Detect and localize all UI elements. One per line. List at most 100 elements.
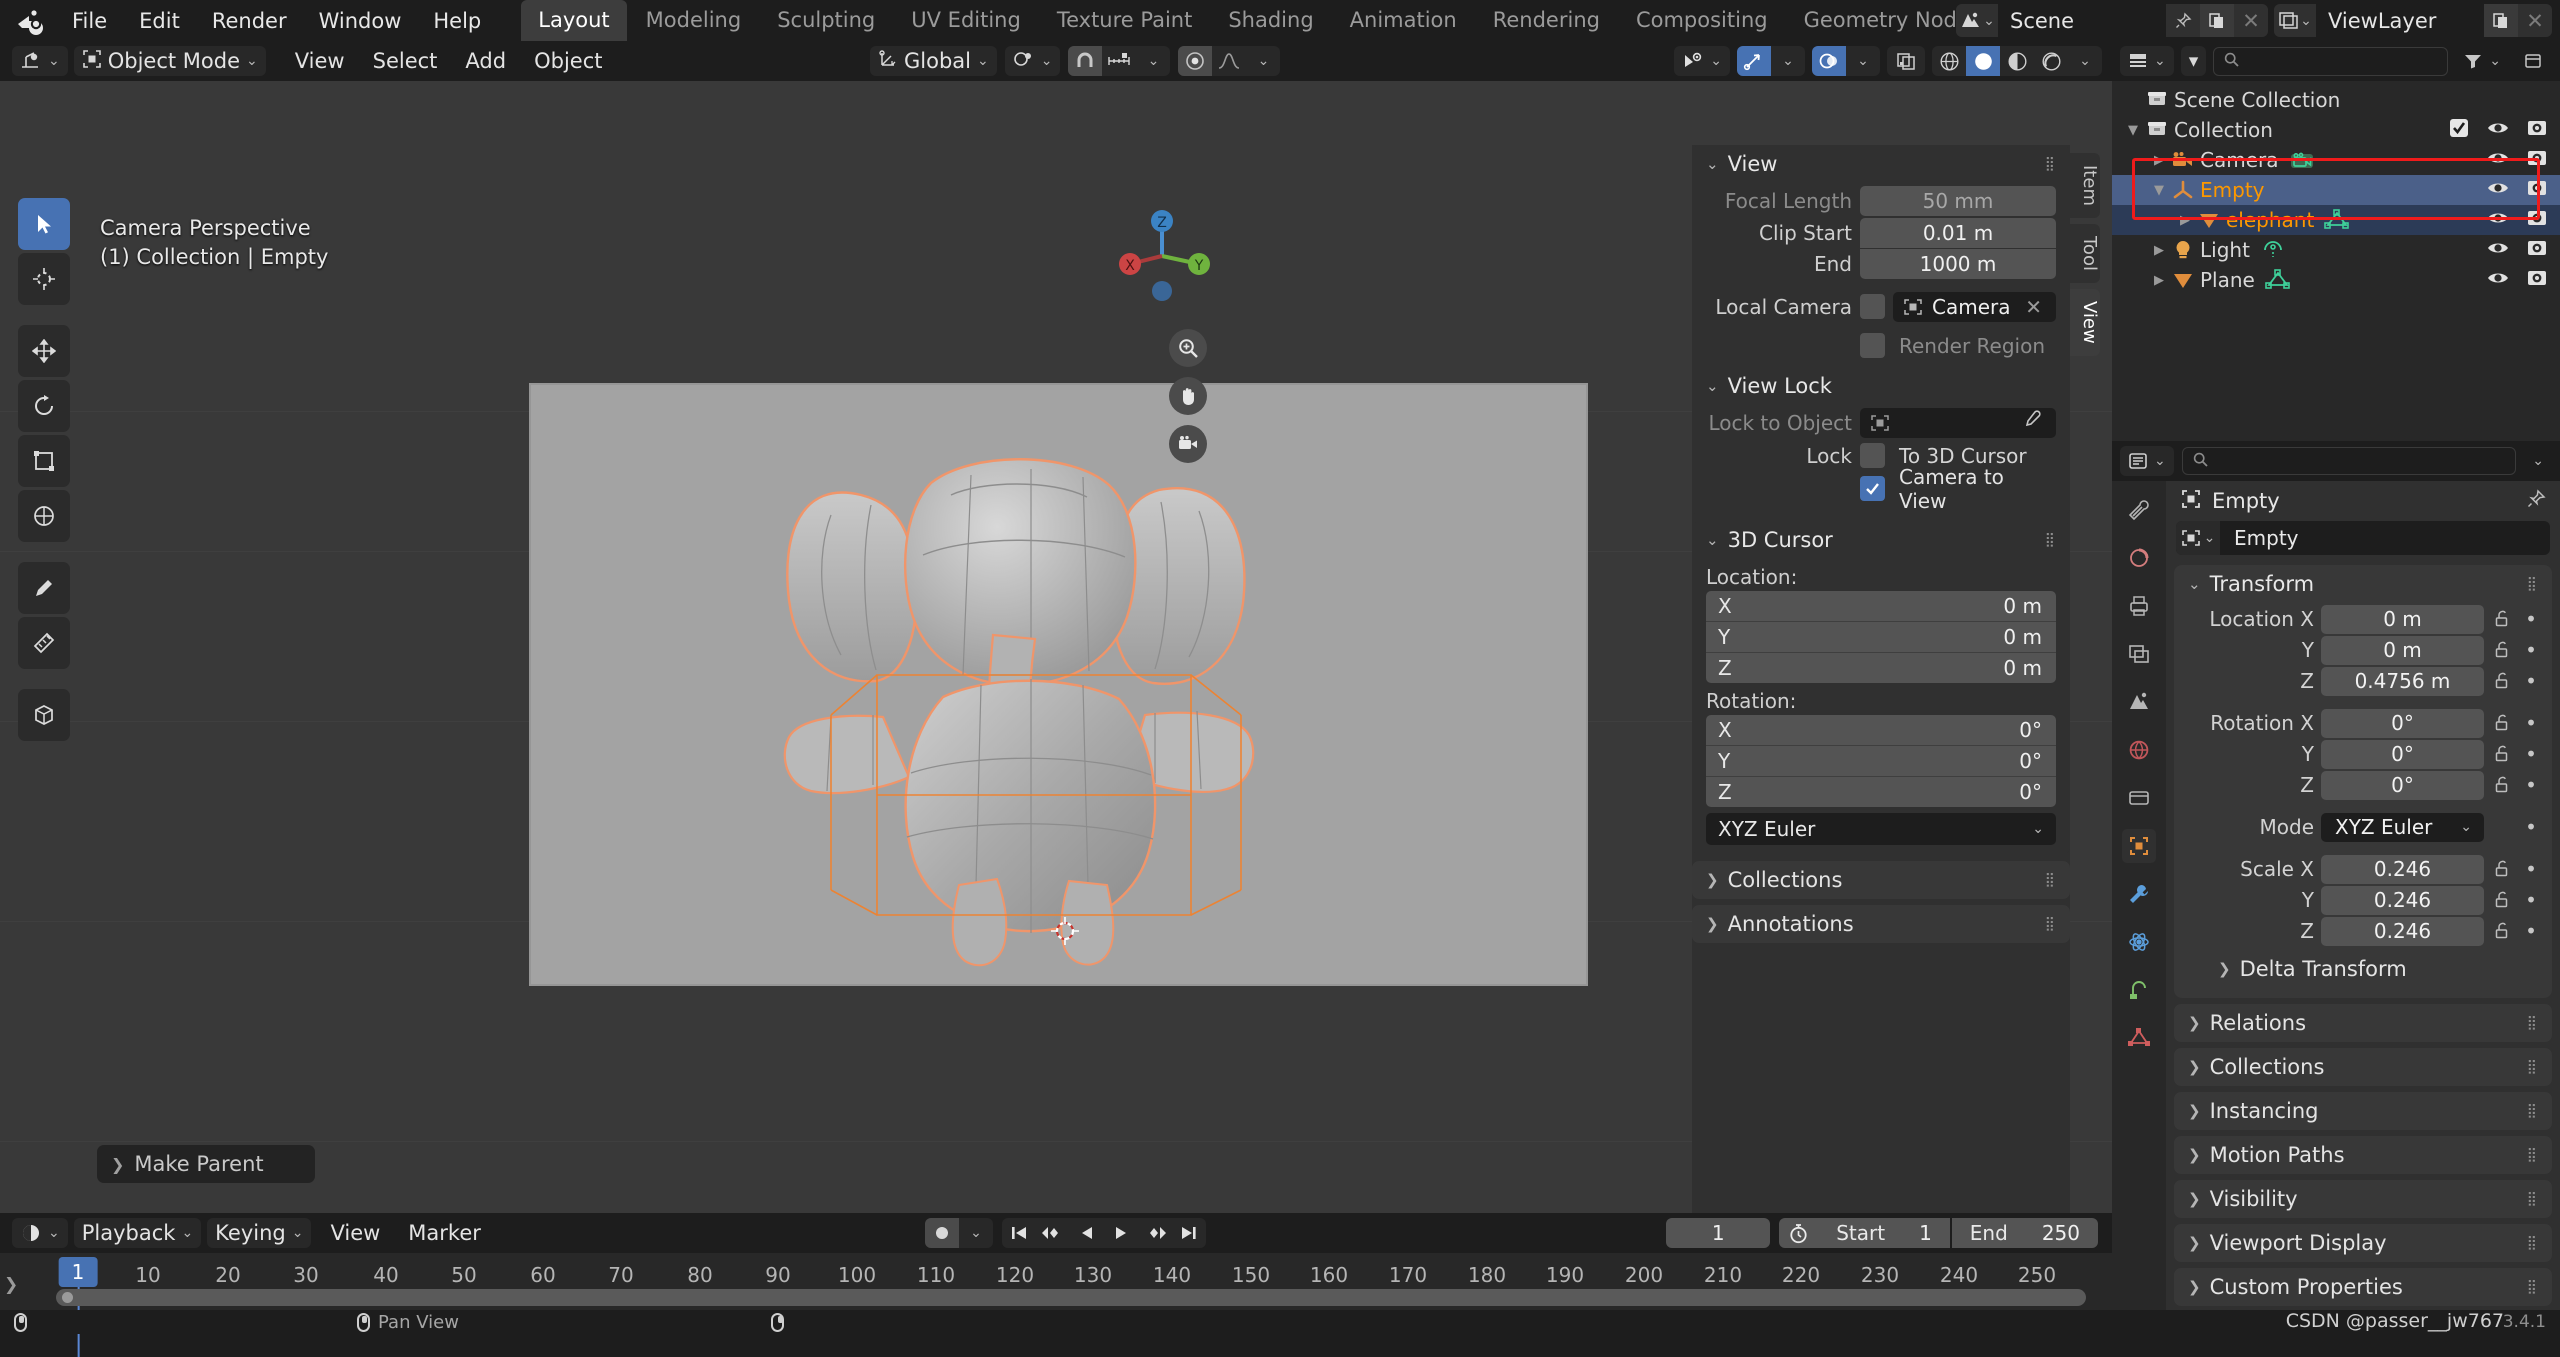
object-tab[interactable]: [2122, 829, 2156, 863]
next-keyframe-icon[interactable]: [1138, 1218, 1172, 1248]
disclosure-triangle-right[interactable]: ▶: [2148, 153, 2170, 168]
object-icon[interactable]: ⌄: [2176, 521, 2220, 555]
solid-shading-icon[interactable]: [1966, 46, 2000, 76]
menu-file[interactable]: File: [56, 4, 123, 38]
outliner-row-elephant[interactable]: ▶ elephant: [2112, 205, 2560, 235]
scene-icon[interactable]: ⌄: [1956, 4, 1998, 37]
scale-z-field[interactable]: 0.246: [2321, 916, 2484, 946]
panel-collections-collapsed[interactable]: ❯ Collections ⣿: [1692, 861, 2070, 899]
outliner-row-scene-collection[interactable]: Scene Collection: [2112, 85, 2560, 115]
drag-handle-icon[interactable]: ⣿: [2045, 872, 2056, 888]
local-camera-field[interactable]: Camera ✕: [1893, 291, 2056, 322]
drag-handle-icon[interactable]: ⣿: [2527, 576, 2538, 592]
transform-orientation-selector[interactable]: Global ⌄: [870, 46, 997, 76]
tab-sculpting[interactable]: Sculpting: [760, 0, 892, 41]
drag-handle-icon[interactable]: ⣿: [2527, 1279, 2538, 1295]
menu-render[interactable]: Render: [196, 4, 303, 38]
chevron-down-icon[interactable]: ⌄: [1246, 46, 1280, 76]
rendered-shading-icon[interactable]: [2034, 46, 2068, 76]
eye-icon[interactable]: [2486, 238, 2510, 262]
viewport-menu-object[interactable]: Object: [521, 45, 615, 77]
properties-options-icon[interactable]: ⌄: [2524, 446, 2552, 476]
panel-view-lock-header[interactable]: ⌄ View Lock: [1692, 367, 2070, 405]
modifier-tab[interactable]: [2122, 877, 2156, 911]
hand-icon[interactable]: [1169, 377, 1207, 415]
annotate-tool[interactable]: [18, 562, 70, 614]
stopwatch-icon[interactable]: [1779, 1218, 1819, 1248]
constraints-tab[interactable]: [2122, 973, 2156, 1007]
drag-handle-icon[interactable]: ⣿: [2045, 533, 2056, 547]
scrollbar-grip[interactable]: [62, 1292, 73, 1303]
viewlayer-icon[interactable]: ⌄: [2274, 4, 2316, 37]
lock-icon[interactable]: [2491, 859, 2515, 879]
eyedropper-icon[interactable]: [2022, 410, 2042, 435]
viewlayer-selector[interactable]: ⌄ ViewLayer ✕: [2274, 4, 2552, 37]
playhead[interactable]: 1: [58, 1257, 98, 1357]
scene-tab[interactable]: [2122, 685, 2156, 719]
camera-render-icon[interactable]: [2526, 208, 2548, 233]
tab-modeling[interactable]: Modeling: [629, 0, 759, 41]
xray-toggle-icon[interactable]: [1887, 46, 1925, 76]
panel-transform-header[interactable]: ⌄ Transform ⣿: [2174, 565, 2552, 603]
timeline-menu-marker[interactable]: Marker: [395, 1217, 494, 1249]
panel-relations-collapsed[interactable]: ❯ Relations ⣿: [2174, 1004, 2552, 1042]
scene-name[interactable]: Scene: [1998, 4, 2166, 37]
local-camera-checkbox[interactable]: [1860, 294, 1885, 319]
animate-property-dot[interactable]: •: [2522, 919, 2540, 943]
lock-icon[interactable]: [2491, 609, 2515, 629]
panel-annotations-collapsed[interactable]: ❯ Annotations ⣿: [1692, 905, 2070, 943]
scale-y-field[interactable]: 0.246: [2321, 885, 2484, 915]
camera-render-icon[interactable]: [2526, 238, 2548, 263]
mode-selector[interactable]: Object Mode ⌄: [73, 46, 266, 76]
animate-property-dot[interactable]: •: [2522, 638, 2540, 662]
navigation-gizmo[interactable]: Z Y X: [1107, 201, 1217, 311]
collection-tab[interactable]: [2122, 781, 2156, 815]
chevron-down-icon[interactable]: ⌄: [1136, 46, 1170, 76]
panel-visibility-collapsed[interactable]: ❯ Visibility ⣿: [2174, 1180, 2552, 1218]
cursor-location-y[interactable]: Y 0 m: [1706, 622, 2056, 652]
sidebar-tab-item[interactable]: Item: [2070, 153, 2100, 218]
jump-end-icon[interactable]: [1172, 1218, 1206, 1248]
animate-property-dot[interactable]: •: [2522, 815, 2540, 839]
lock-icon[interactable]: [2491, 640, 2515, 660]
tab-layout[interactable]: Layout: [521, 0, 627, 41]
cursor-location-z[interactable]: Z 0 m: [1706, 653, 2056, 683]
outliner-display-mode[interactable]: ▾: [2180, 46, 2207, 76]
collection-exclude-checkbox[interactable]: [2448, 117, 2470, 144]
disclosure-triangle-down[interactable]: ▼: [2148, 183, 2170, 198]
cursor-tool[interactable]: [18, 253, 70, 305]
cursor-rotation-x[interactable]: X 0°: [1706, 715, 2056, 745]
drag-handle-icon[interactable]: ⣿: [2527, 1015, 2538, 1031]
viewport-menu-select[interactable]: Select: [360, 45, 451, 77]
physics-tab[interactable]: [2122, 925, 2156, 959]
render-region-checkbox[interactable]: [1860, 333, 1885, 358]
timeline-playback-menu[interactable]: Playback ⌄: [73, 1218, 202, 1248]
drag-handle-icon[interactable]: ⣿: [2527, 1235, 2538, 1251]
location-y-field[interactable]: 0 m: [2321, 635, 2484, 665]
outliner-search-input[interactable]: [2213, 46, 2449, 76]
duplicate-icon[interactable]: [2484, 4, 2518, 37]
drag-handle-icon[interactable]: ⣿: [2527, 1191, 2538, 1207]
viewlayer-tab[interactable]: [2122, 637, 2156, 671]
location-x-field[interactable]: 0 m: [2321, 604, 2484, 634]
lock-icon[interactable]: [2491, 890, 2515, 910]
camera-view-icon[interactable]: [1169, 425, 1207, 463]
viewport-menu-view[interactable]: View: [282, 45, 358, 77]
camera-render-icon[interactable]: [2526, 118, 2548, 143]
measure-tool[interactable]: [18, 617, 70, 669]
drag-handle-icon[interactable]: ⣿: [2045, 916, 2056, 932]
camera-render-icon[interactable]: [2526, 148, 2548, 173]
mesh-data-icon[interactable]: [2324, 209, 2350, 231]
scene-selector[interactable]: ⌄ Scene ✕: [1956, 4, 2268, 37]
data-tab[interactable]: [2122, 1021, 2156, 1055]
material-preview-shading-icon[interactable]: [2000, 46, 2034, 76]
camera-render-icon[interactable]: [2526, 178, 2548, 203]
magnet-icon[interactable]: [1068, 46, 1103, 76]
timeline-keying-menu[interactable]: Keying ⌄: [207, 1218, 312, 1248]
disclosure-triangle-right[interactable]: ▶: [2148, 243, 2170, 258]
eye-icon[interactable]: [2486, 178, 2510, 202]
gizmo-icon[interactable]: [1737, 46, 1771, 76]
play-icon[interactable]: [1104, 1218, 1138, 1248]
transform-tool[interactable]: [18, 490, 70, 542]
panel-collections-collapsed[interactable]: ❯ Collections ⣿: [2174, 1048, 2552, 1086]
